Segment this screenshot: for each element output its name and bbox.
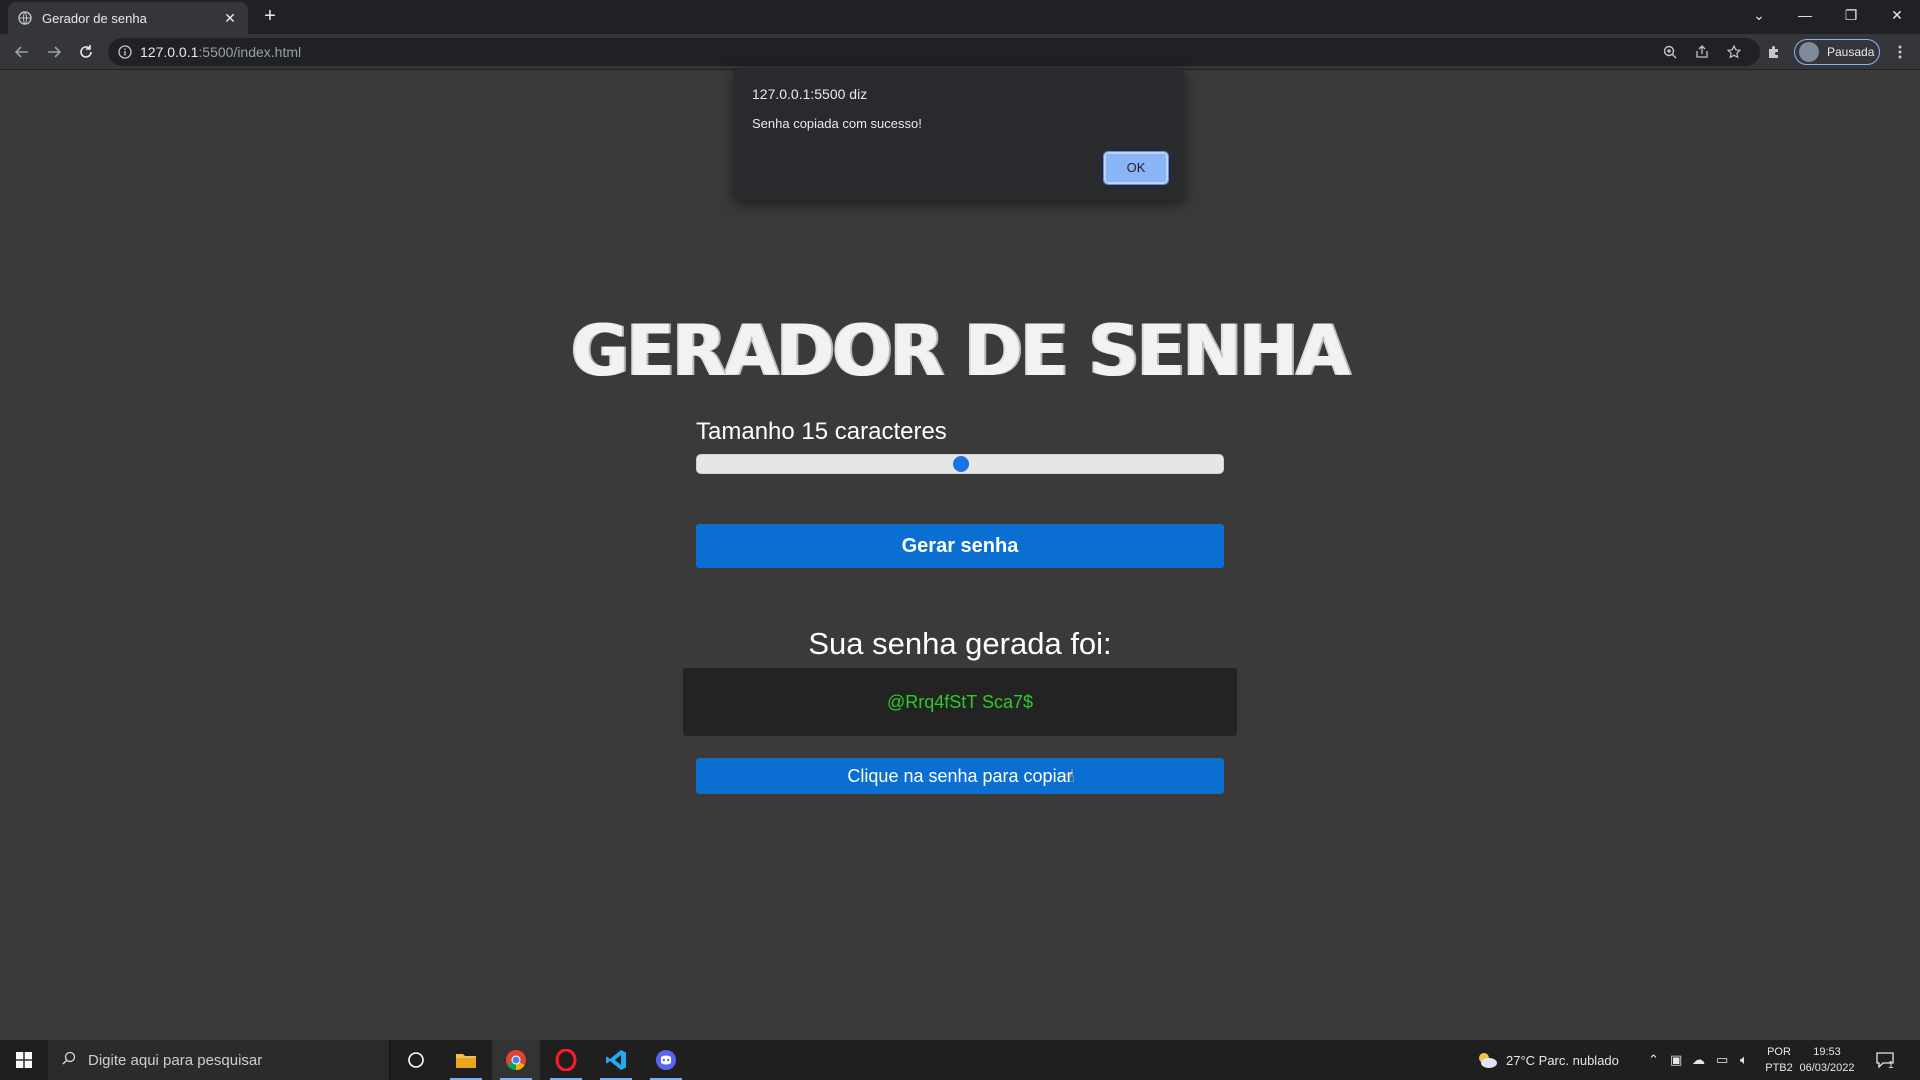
weather-text: 27°C Parc. nublado	[1506, 1052, 1619, 1068]
zoom-icon[interactable]	[1660, 42, 1680, 62]
result-label: Sua senha gerada foi:	[808, 626, 1112, 661]
url-path: :5500/index.html	[198, 44, 302, 60]
lang-code: POR	[1767, 1046, 1791, 1058]
search-icon	[62, 1051, 76, 1069]
task-view-icon[interactable]	[392, 1040, 440, 1080]
windows-start-icon[interactable]	[0, 1040, 48, 1080]
alert-ok-button[interactable]: OK	[1103, 151, 1169, 185]
extensions-icon[interactable]	[1764, 42, 1784, 62]
page-content: GERADOR DE SENHA Tamanho 15 caracteres G…	[0, 70, 1920, 1040]
back-icon[interactable]	[10, 40, 34, 64]
hand-cursor-icon: ☝	[1064, 766, 1075, 786]
forward-icon[interactable]	[42, 40, 66, 64]
address-bar[interactable]: 127.0.0.1:5500/index.html	[108, 38, 1760, 66]
input-language[interactable]: POR PTB2	[1762, 1044, 1796, 1076]
windows-taskbar: Digite aqui para pesquisar 27°C Parc. nu…	[0, 1040, 1920, 1080]
chrome-icon[interactable]	[492, 1040, 540, 1080]
password-text: @Rrq4fStT Sca7$	[886, 691, 1033, 712]
password-output[interactable]: @Rrq4fStT Sca7$	[683, 668, 1237, 736]
taskbar-search-input[interactable]: Digite aqui para pesquisar	[48, 1040, 390, 1080]
browser-tab[interactable]: Gerador de senha ✕	[8, 2, 248, 34]
file-explorer-icon[interactable]	[442, 1040, 490, 1080]
notification-center-icon[interactable]: 1	[1876, 1040, 1894, 1080]
onedrive-icon[interactable]: ☁	[1692, 1040, 1705, 1080]
info-icon[interactable]	[118, 45, 132, 59]
tab-search-icon[interactable]: ⌄	[1736, 0, 1782, 30]
meet-now-icon[interactable]: ▣	[1670, 1040, 1682, 1080]
copy-password-button[interactable]: Clique na senha para copiar	[696, 758, 1224, 794]
close-window-button[interactable]: ✕	[1874, 0, 1920, 30]
close-tab-icon[interactable]: ✕	[222, 10, 238, 27]
weather-widget[interactable]: 27°C Parc. nublado	[1476, 1040, 1619, 1080]
vscode-icon[interactable]	[592, 1040, 640, 1080]
network-icon[interactable]: ▭	[1716, 1040, 1728, 1080]
discord-icon[interactable]	[642, 1040, 690, 1080]
url-host: 127.0.0.1	[140, 44, 199, 60]
opera-icon[interactable]	[542, 1040, 590, 1080]
tab-title: Gerador de senha	[42, 10, 147, 26]
clock[interactable]: 19:53 06/03/2022	[1792, 1044, 1862, 1076]
weather-icon	[1476, 1051, 1498, 1069]
alert-origin: 127.0.0.1:5500 diz	[752, 86, 868, 102]
profile-button[interactable]: Pausada	[1794, 39, 1880, 65]
menu-kebab-icon[interactable]	[1890, 42, 1910, 62]
minimize-button[interactable]: —	[1782, 0, 1828, 30]
avatar	[1799, 42, 1819, 62]
browser-tabstrip: Gerador de senha ✕ + ⌄ — ❐ ✕	[0, 0, 1920, 34]
clock-time: 19:53	[1813, 1046, 1841, 1058]
app-title: GERADOR DE SENHA	[571, 310, 1350, 392]
generate-password-button[interactable]: Gerar senha	[696, 524, 1224, 568]
show-hidden-icons-icon[interactable]: ⌃	[1648, 1040, 1659, 1080]
alert-message: Senha copiada com sucesso!	[752, 116, 922, 131]
length-slider[interactable]	[696, 454, 1224, 474]
search-placeholder: Digite aqui para pesquisar	[88, 1051, 263, 1069]
share-icon[interactable]	[1692, 42, 1712, 62]
bookmark-star-icon[interactable]	[1724, 42, 1744, 62]
restore-button[interactable]: ❐	[1828, 0, 1874, 30]
volume-icon[interactable]: 🔈︎	[1740, 1040, 1748, 1080]
notification-count: 1	[1888, 1059, 1894, 1071]
keyboard-layout: PTB2	[1765, 1062, 1793, 1074]
alert-dialog: 127.0.0.1:5500 diz Senha copiada com suc…	[734, 68, 1184, 200]
size-label: Tamanho 15 caracteres	[696, 418, 947, 445]
browser-toolbar: 127.0.0.1:5500/index.html Pausada	[0, 34, 1920, 70]
globe-icon	[18, 11, 32, 25]
slider-thumb[interactable]	[953, 456, 969, 472]
new-tab-button[interactable]: +	[258, 6, 282, 28]
clock-date: 06/03/2022	[1799, 1062, 1855, 1074]
reload-icon[interactable]	[74, 40, 98, 64]
profile-label: Pausada	[1827, 45, 1875, 59]
